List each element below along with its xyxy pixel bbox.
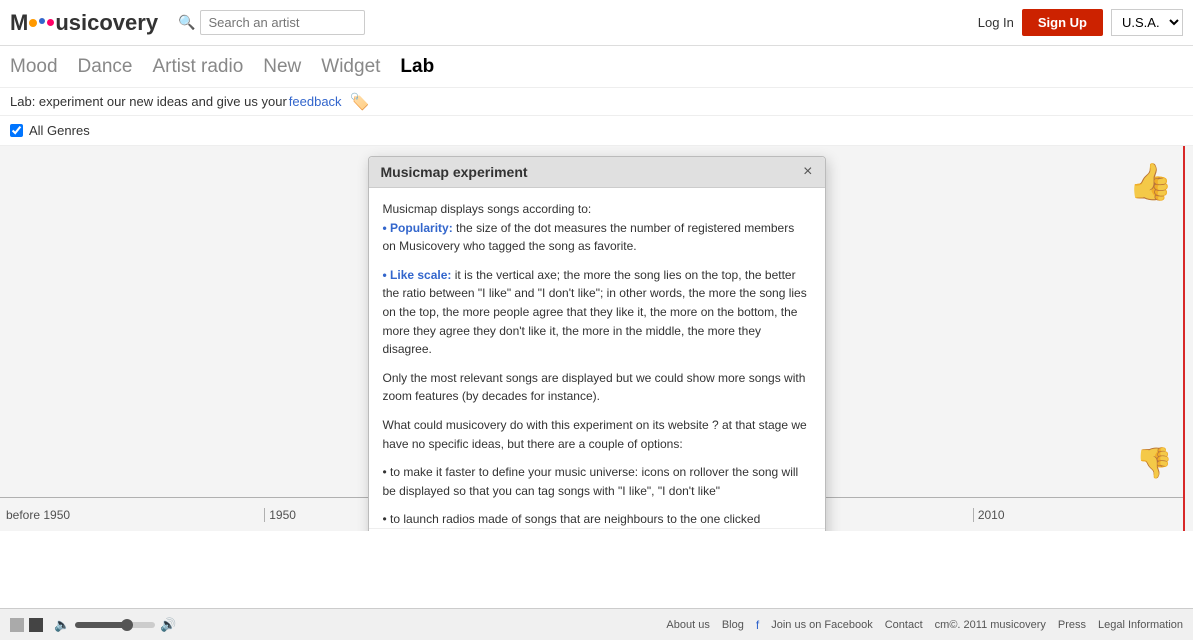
bullet1-label: • Popularity:	[383, 221, 453, 235]
lab-bar: Lab: experiment our new ideas and give u…	[0, 88, 1193, 116]
footer-right: About us Blog f Join us on Facebook Cont…	[666, 618, 1183, 632]
nav-mood[interactable]: Mood	[10, 56, 58, 78]
about-link[interactable]: About us	[666, 619, 709, 631]
modal-body: Musicmap displays songs according to: • …	[369, 188, 825, 528]
footer: 🔈 🔊 About us Blog f Join us on Facebook …	[0, 608, 1193, 640]
footer-left: 🔈 🔊	[10, 617, 176, 633]
modal-header: Musicmap experiment ×	[369, 157, 825, 188]
modal-overlay: Musicmap experiment × Musicmap displays …	[0, 146, 1193, 531]
footer-square-dark	[29, 618, 43, 632]
press-link[interactable]: Press	[1058, 619, 1086, 631]
search-input[interactable]	[200, 10, 365, 35]
modal-close-button[interactable]: ×	[803, 164, 812, 180]
all-genres-checkbox[interactable]	[10, 124, 23, 137]
all-genres-label: All Genres	[29, 123, 90, 138]
logo-rest: usicovery	[55, 10, 158, 36]
copyright-text: cm©. 2011 musicovery	[935, 619, 1046, 631]
nav-new[interactable]: New	[263, 56, 301, 78]
modal-bullet1: • Popularity: the size of the dot measur…	[383, 219, 811, 256]
main-content-area: 👍 👎 before 1950 1950 1 990 2000 2010 Mus…	[0, 146, 1193, 531]
modal-bullet2: • Like scale: it is the vertical axe; th…	[383, 266, 811, 359]
login-button[interactable]: Log In	[978, 15, 1014, 30]
modal-intro: Musicmap displays songs according to:	[383, 200, 811, 219]
feedback-link[interactable]: feedback	[289, 94, 342, 109]
modal-footer: I want to try it	[369, 528, 825, 531]
modal-dialog: Musicmap experiment × Musicmap displays …	[368, 156, 826, 531]
genre-bar: All Genres	[0, 116, 1193, 146]
logo: M usicovery	[10, 10, 158, 36]
volume-low-icon: 🔈	[54, 617, 70, 633]
nav-lab[interactable]: Lab	[400, 56, 434, 78]
logo-text: M	[10, 10, 28, 36]
blog-link[interactable]: Blog	[722, 619, 744, 631]
volume-high-icon: 🔊	[160, 617, 176, 633]
bullet2-label: • Like scale:	[383, 268, 452, 282]
facebook-link[interactable]: Join us on Facebook	[771, 619, 873, 631]
nav-artist-radio[interactable]: Artist radio	[152, 56, 243, 78]
search-area: 🔍	[178, 10, 364, 35]
dot-blue-icon	[39, 18, 45, 24]
header-right: Log In Sign Up U.S.A.	[978, 9, 1183, 36]
dot-pink-icon	[47, 19, 54, 26]
dot-orange-icon	[29, 19, 37, 27]
lab-bar-text: Lab: experiment our new ideas and give u…	[10, 94, 287, 109]
lab-icon: 🏷️	[350, 92, 370, 112]
modal-para2: What could musicovery do with this exper…	[383, 416, 811, 453]
search-icon: 🔍	[178, 14, 195, 31]
legal-link[interactable]: Legal Information	[1098, 619, 1183, 631]
nav-dance[interactable]: Dance	[78, 56, 133, 78]
contact-link[interactable]: Contact	[885, 619, 923, 631]
modal-bullet3: • to make it faster to define your music…	[383, 463, 811, 500]
volume-slider-thumb	[121, 619, 133, 631]
modal-title: Musicmap experiment	[381, 164, 528, 180]
modal-bullet4: • to launch radios made of songs that ar…	[383, 510, 811, 528]
nav-widget[interactable]: Widget	[321, 56, 380, 78]
modal-para1: Only the most relevant songs are display…	[383, 369, 811, 406]
volume-slider[interactable]	[75, 622, 155, 628]
header: M usicovery 🔍 Log In Sign Up U.S.A.	[0, 0, 1193, 46]
footer-square-grey	[10, 618, 24, 632]
facebook-icon: f	[756, 618, 759, 632]
signup-button[interactable]: Sign Up	[1022, 9, 1103, 36]
nav: Mood Dance Artist radio New Widget Lab	[0, 46, 1193, 88]
country-selector[interactable]: U.S.A.	[1111, 9, 1183, 36]
